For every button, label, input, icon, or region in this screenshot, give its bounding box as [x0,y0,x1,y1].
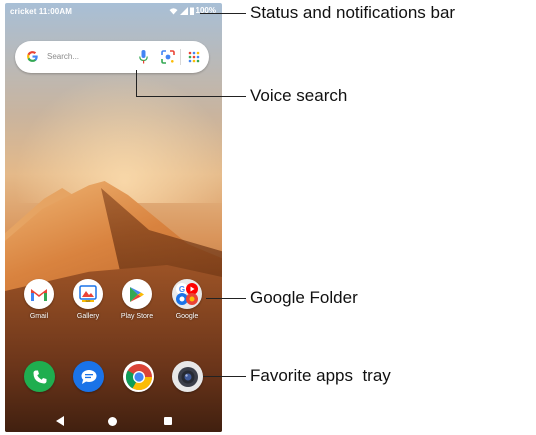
camera-icon[interactable] [172,361,203,392]
google-g-icon [27,51,38,62]
callout-line-status [200,13,246,14]
search-placeholder: Search... [47,52,80,61]
app-play-store[interactable]: Play Store [117,279,157,320]
apps-grid-icon[interactable] [188,51,200,63]
callout-line-folder [206,298,246,299]
app-gmail[interactable]: Gmail [19,279,59,320]
callout-folder: Google Folder [250,288,358,307]
app-label: Gallery [76,313,100,320]
wallpaper-sky [5,63,222,203]
carrier-time: cricket 11:00AM [10,7,72,16]
callout-status: Status and notifications bar [250,3,456,22]
callout-line-tray [203,376,246,377]
phone-screen: cricket 11:00AM 100% Search... Gmail GO … [5,3,222,432]
navigation-bar [5,411,222,432]
status-bar[interactable]: cricket 11:00AM 100% [5,3,222,19]
home-icon[interactable] [108,417,117,426]
lens-icon[interactable] [161,50,175,64]
gallery-icon: GO [73,279,103,309]
google-folder-icon: G [172,279,202,309]
battery-icon [189,7,194,15]
svg-text:G: G [179,285,185,294]
play-store-icon [122,279,152,309]
app-google-folder[interactable]: G Google [167,279,207,320]
callout-voice: Voice search [250,86,348,105]
chrome-icon[interactable] [123,361,154,392]
signal-icon [179,6,188,15]
phone-icon[interactable] [24,361,55,392]
svg-text:GO: GO [86,299,91,303]
app-label: Play Store [120,313,154,320]
callout-line-voice-vertical [136,70,137,96]
callout-line-voice-horizontal [136,96,246,97]
mic-icon[interactable] [139,50,148,64]
google-search-bar[interactable]: Search... [15,41,209,73]
callout-tray: Favorite apps tray [250,366,391,385]
messages-icon[interactable] [73,361,104,392]
search-divider [180,49,181,65]
recents-icon[interactable] [164,417,172,425]
app-gallery[interactable]: GO Gallery [68,279,108,320]
app-label: Gmail [29,313,49,320]
app-label: Google [175,313,199,320]
back-icon[interactable] [56,416,64,426]
wifi-icon [169,7,178,14]
gmail-icon [24,279,54,309]
